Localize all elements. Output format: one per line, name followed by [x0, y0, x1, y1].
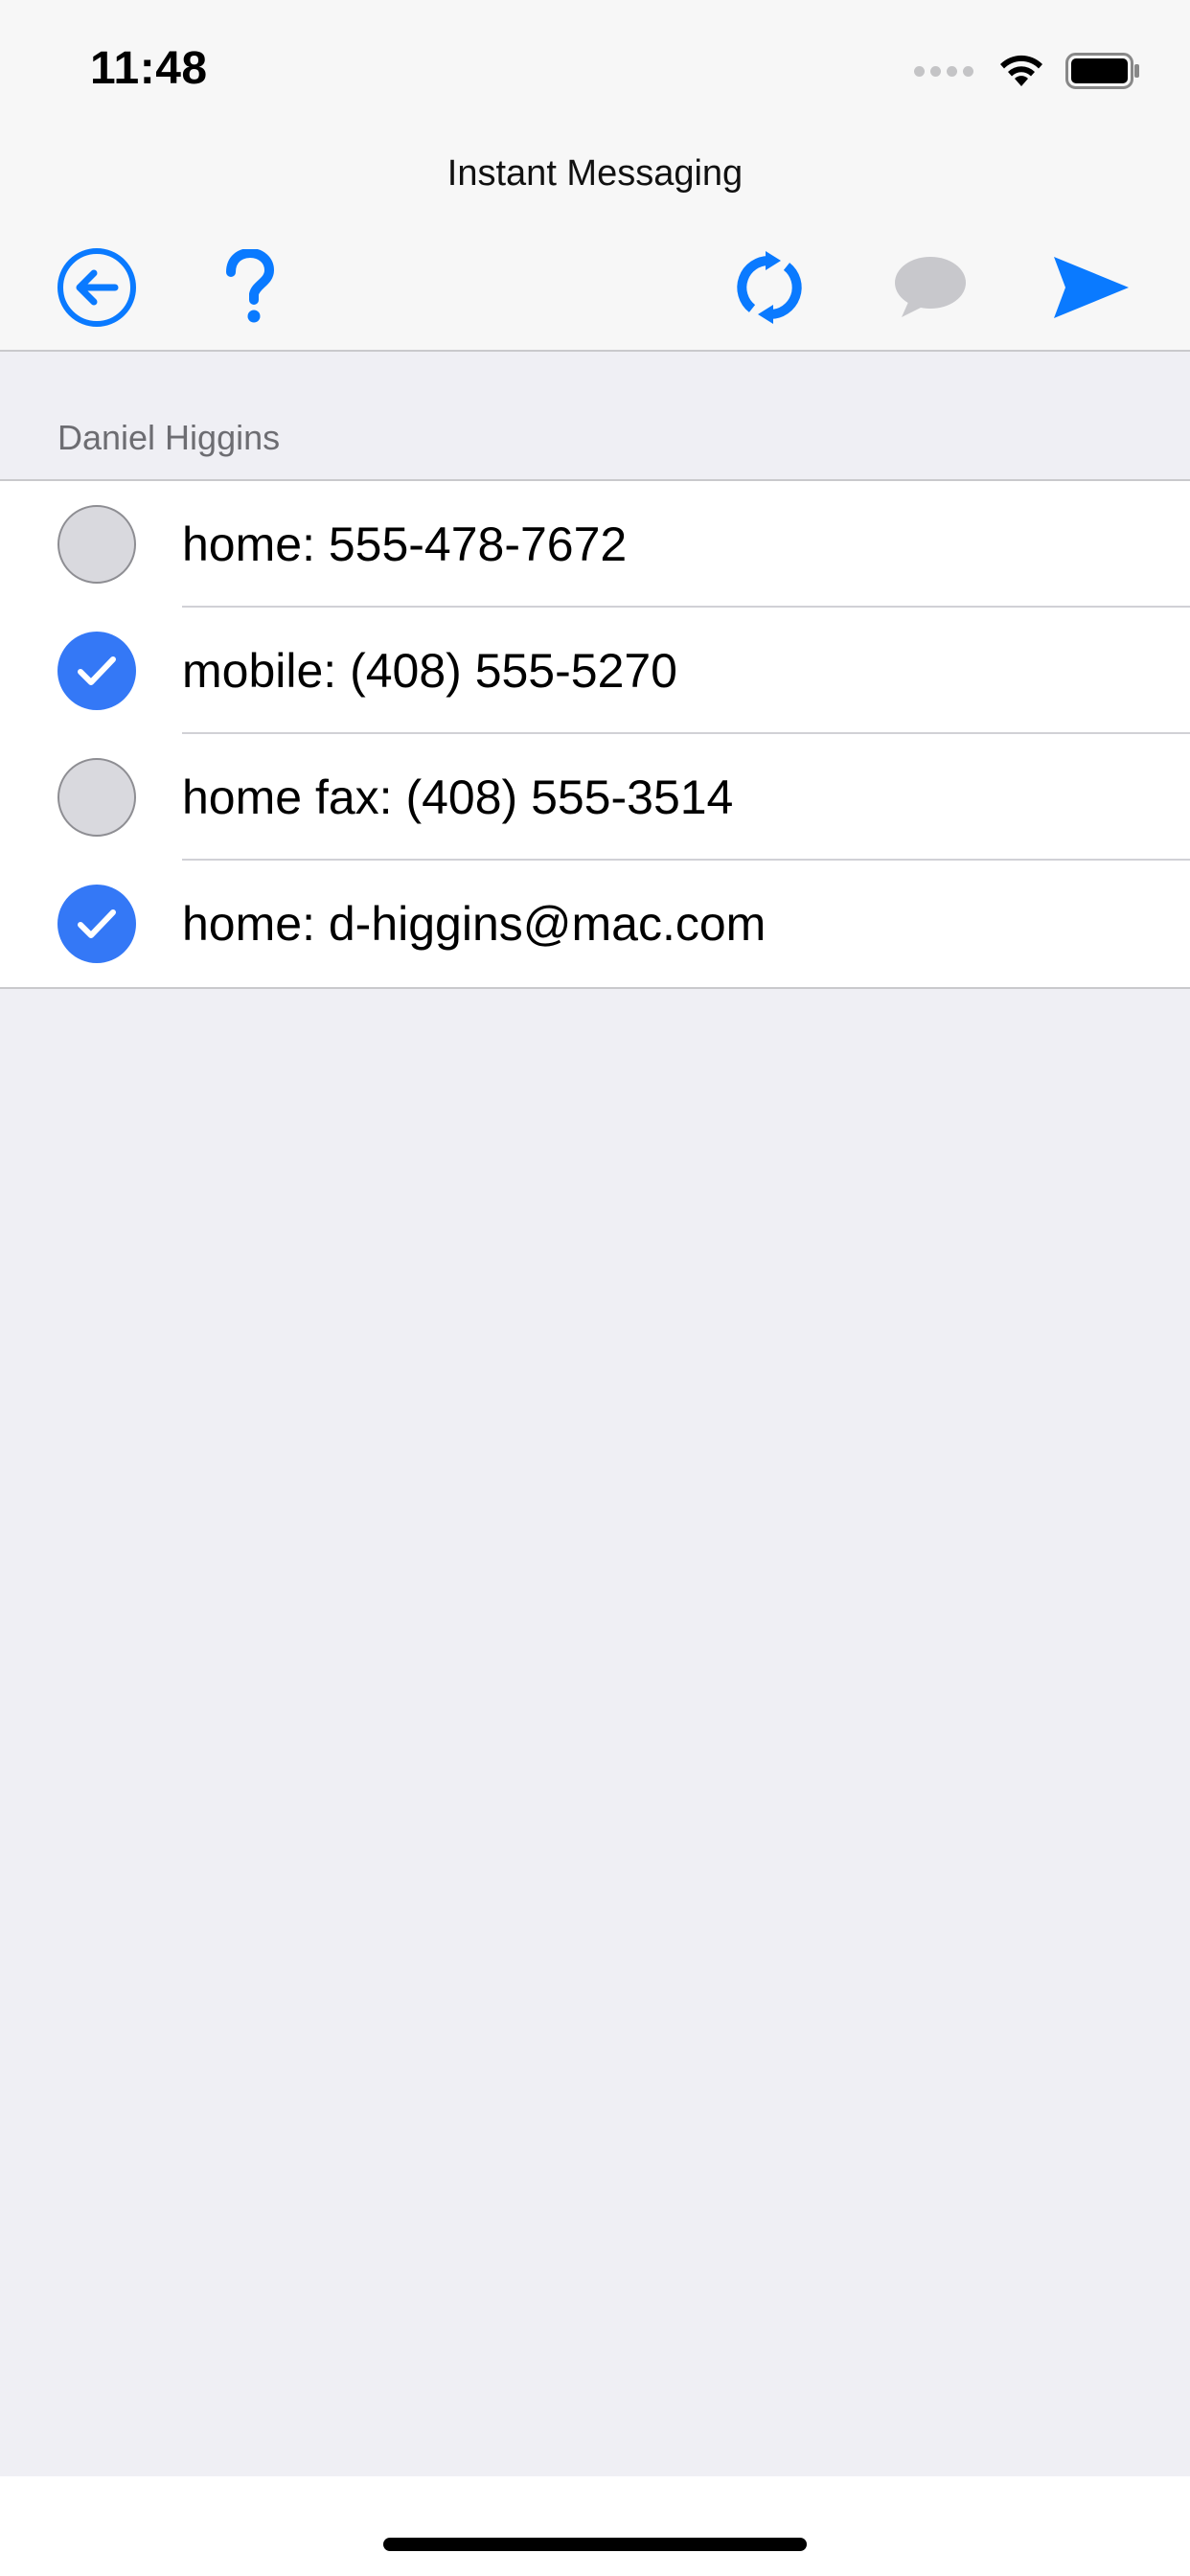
- list-item[interactable]: home fax: (408) 555-3514: [0, 734, 1190, 861]
- message-button[interactable]: [887, 244, 973, 331]
- speech-bubble-icon: [895, 257, 966, 317]
- cellular-signal-icon: [914, 65, 973, 77]
- back-arrow-circle-icon: [57, 248, 136, 327]
- selection-circle[interactable]: [57, 632, 136, 710]
- home-indicator[interactable]: [383, 2538, 807, 2551]
- question-mark-icon: [226, 249, 275, 323]
- contact-name-header: Daniel Higgins: [57, 418, 281, 457]
- selection-circle[interactable]: [57, 885, 136, 963]
- entry-label: home: 555-478-7672: [182, 518, 628, 571]
- list-item[interactable]: home: d-higgins@mac.com: [0, 861, 1190, 987]
- list-item[interactable]: mobile: (408) 555-5270: [0, 608, 1190, 734]
- status-time: 11:48: [90, 43, 208, 94]
- entry-label: home fax: (408) 555-3514: [182, 770, 734, 824]
- top-bar: 11:48 Instant Messaging: [0, 0, 1190, 352]
- list-item[interactable]: home: 555-478-7672: [0, 481, 1190, 608]
- back-button[interactable]: [54, 244, 140, 331]
- send-button[interactable]: [1048, 244, 1134, 331]
- refresh-icon: [737, 251, 802, 324]
- selection-circle[interactable]: [57, 505, 136, 584]
- send-icon: [1054, 257, 1129, 318]
- home-indicator-area: [0, 2476, 1190, 2576]
- entry-label: home: d-higgins@mac.com: [182, 897, 767, 951]
- help-button[interactable]: [207, 244, 293, 331]
- selection-circle[interactable]: [57, 758, 136, 837]
- entry-label: mobile: (408) 555-5270: [182, 644, 677, 698]
- refresh-button[interactable]: [726, 244, 812, 331]
- contact-entries-list: home: 555-478-7672 mobile: (408) 555-527…: [0, 479, 1190, 989]
- checkmark-icon: [78, 656, 116, 685]
- battery-icon: [1065, 53, 1139, 89]
- checkmark-icon: [78, 909, 116, 938]
- status-icons: [914, 50, 1140, 92]
- nav-title: Instant Messaging: [446, 153, 744, 194]
- wifi-icon: [1000, 55, 1042, 86]
